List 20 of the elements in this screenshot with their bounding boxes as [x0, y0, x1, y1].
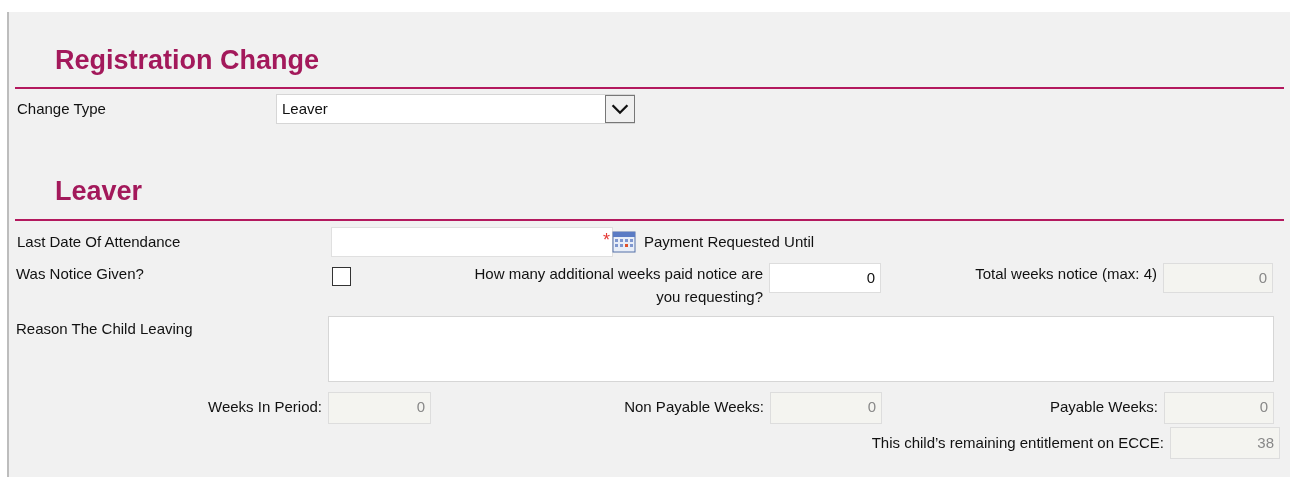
field-label: Weeks In Period:	[207, 397, 322, 418]
field-label: Payment Requested Until	[644, 231, 815, 252]
field-label: This child’s remaining entitlement on ECCE:	[871, 432, 1164, 453]
field-label: Payable Weeks:	[1048, 397, 1158, 418]
date-field[interactable]	[331, 227, 613, 257]
weeks-input[interactable]: 0	[769, 263, 881, 293]
field-label: Change Type	[16, 98, 107, 119]
field-label: Non Payable Weeks:	[623, 397, 764, 418]
field-label: Last Date Of Attendance	[16, 231, 182, 252]
field-label: Reason The Child Leaving	[15, 319, 194, 339]
required-asterisk: *	[603, 229, 610, 252]
field-label: How many additional weeks paid notice are you requesting?	[473, 264, 763, 307]
checkbox[interactable]	[332, 267, 351, 286]
change-type-select[interactable]: Leaver	[276, 94, 635, 124]
field-label: Total weeks notice (max: 4)	[974, 264, 1157, 284]
section-heading: Registration Change	[55, 44, 320, 77]
calendar-icon[interactable]	[612, 230, 636, 254]
chevron-down-icon	[605, 95, 635, 123]
field-label: Was Notice Given?	[15, 264, 145, 284]
section-heading: Leaver	[55, 175, 143, 208]
